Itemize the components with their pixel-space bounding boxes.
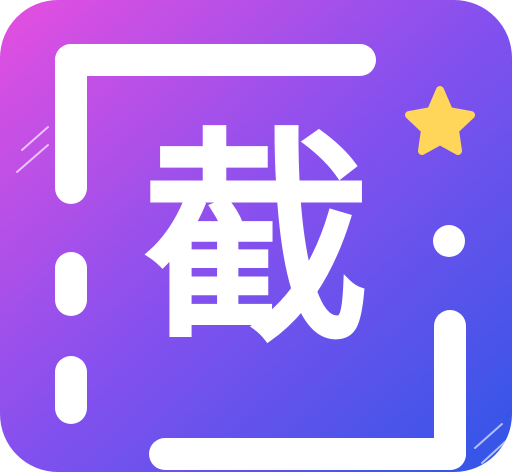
dot-icon <box>433 225 465 257</box>
app-icon: 截 <box>0 0 512 472</box>
capture-glyph: 截 <box>142 108 370 374</box>
